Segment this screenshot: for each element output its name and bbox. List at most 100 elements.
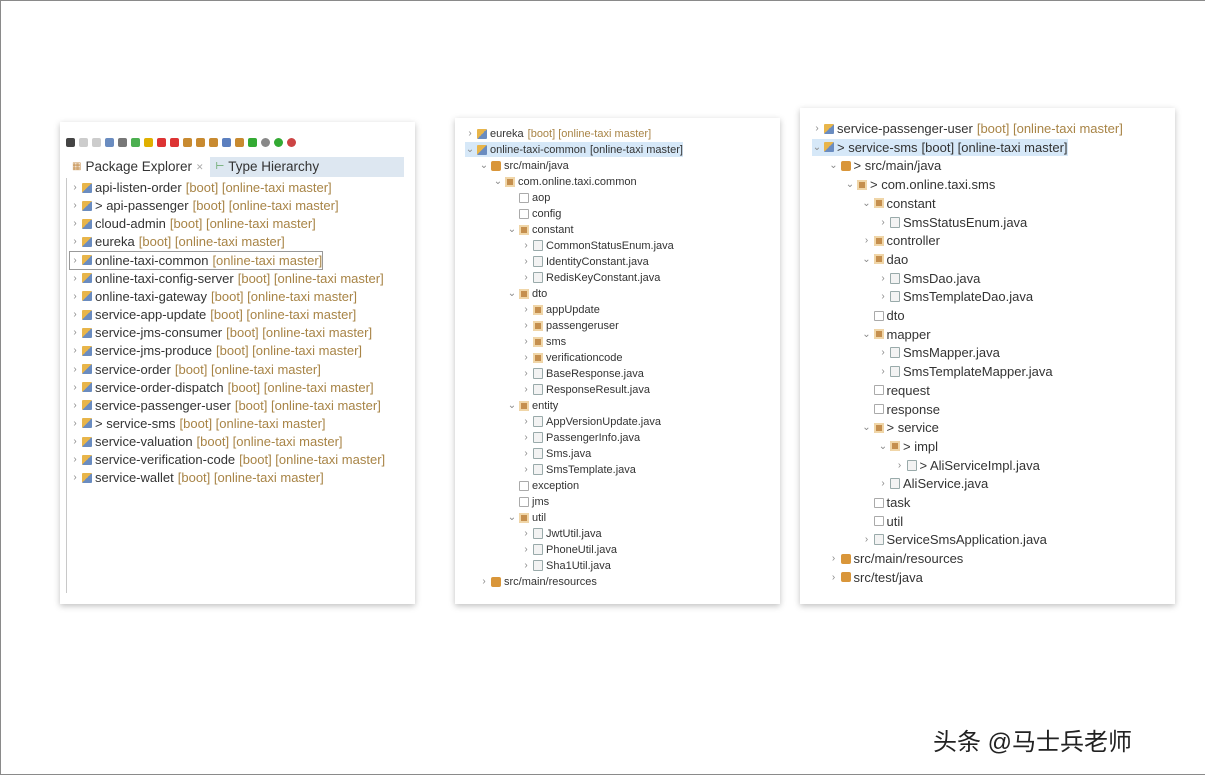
chevron-down-icon[interactable]: ⌄	[479, 160, 489, 171]
chevron-right-icon[interactable]: ›	[878, 366, 888, 377]
chevron-right-icon[interactable]: ›	[70, 400, 80, 411]
chevron-right-icon[interactable]: ›	[521, 368, 531, 379]
tree-item[interactable]: › > api-passenger [boot] [online-taxi mast…	[70, 197, 338, 214]
chevron-right-icon[interactable]: ›	[521, 544, 531, 555]
tree-item[interactable]: › SmsStatusEnum.java	[878, 214, 1027, 231]
chevron-right-icon[interactable]: ›	[862, 235, 872, 246]
chevron-down-icon[interactable]: ⌄	[507, 512, 517, 523]
run-icon[interactable]	[131, 137, 140, 147]
chevron-right-icon[interactable]: ›	[878, 217, 888, 228]
tree-item[interactable]: ⌄ online-taxi-common [online-taxi master]	[465, 142, 683, 157]
tree-item[interactable]: ⌄ src/main/java	[479, 158, 569, 173]
chevron-down-icon[interactable]: ⌄	[507, 224, 517, 235]
tree-item[interactable]: › PhoneUtil.java	[521, 542, 617, 557]
chevron-right-icon[interactable]: ›	[521, 304, 531, 315]
tree-item[interactable]: › src/test/java	[829, 569, 923, 586]
tree-item[interactable]: › service-valuation [boot] [online-taxi ma…	[70, 433, 342, 450]
tree-item[interactable]: ⌄ > src/main/java	[829, 157, 941, 174]
tree-item[interactable]: › PassengerInfo.java	[521, 430, 640, 445]
chevron-right-icon[interactable]: ›	[895, 460, 905, 471]
tree-item[interactable]: › service-verification-code [boot] [online…	[70, 451, 385, 468]
chevron-right-icon[interactable]: ›	[465, 128, 475, 139]
chevron-right-icon[interactable]: ›	[70, 236, 80, 247]
tree-item[interactable]: › CommonStatusEnum.java	[521, 238, 673, 253]
chevron-right-icon[interactable]: ›	[70, 218, 80, 229]
step-over-icon[interactable]	[196, 137, 205, 147]
tree-item[interactable]: exception	[507, 478, 579, 493]
tree-item[interactable]: › controller	[862, 232, 940, 249]
chevron-right-icon[interactable]: ›	[521, 416, 531, 427]
chevron-right-icon[interactable]: ›	[521, 528, 531, 539]
chevron-down-icon[interactable]: ⌄	[493, 176, 503, 187]
chevron-right-icon[interactable]: ›	[521, 432, 531, 443]
chevron-right-icon[interactable]: ›	[521, 352, 531, 363]
tree-item[interactable]: ⌄ > com.online.taxi.sms	[845, 176, 996, 193]
chevron-right-icon[interactable]: ›	[878, 273, 888, 284]
tree-item[interactable]: › SmsTemplate.java	[521, 462, 636, 477]
tree-item[interactable]: › service-jms-consumer [boot] [online-taxi…	[70, 324, 372, 341]
tree-item[interactable]: › service-wallet [boot] [online-taxi maste…	[70, 469, 323, 486]
tree-item[interactable]: jms	[507, 494, 549, 509]
tree-item[interactable]: › online-taxi-config-server [boot] [online…	[70, 270, 383, 287]
tree-item[interactable]: ⌄ > service	[862, 419, 939, 436]
chevron-right-icon[interactable]: ›	[70, 472, 80, 483]
tree-item[interactable]: › > AliServiceImpl.java	[895, 457, 1040, 474]
tree-item[interactable]: ⌄ mapper	[862, 326, 930, 343]
tree-item[interactable]: › service-jms-produce [boot] [online-taxi …	[70, 342, 362, 359]
save-all-icon[interactable]	[92, 137, 101, 147]
chevron-right-icon[interactable]: ›	[70, 309, 80, 320]
chevron-right-icon[interactable]: ›	[70, 291, 80, 302]
chevron-down-icon[interactable]: ⌄	[829, 160, 839, 171]
tree-item[interactable]: task	[862, 494, 910, 511]
build-icon[interactable]	[235, 137, 244, 147]
tree-item[interactable]: › BaseResponse.java	[521, 366, 644, 381]
tree-item[interactable]: › > service-sms [boot] [online-taxi master…	[70, 415, 325, 432]
tree-item[interactable]: › service-order [boot] [online-taxi master…	[70, 361, 321, 378]
chevron-right-icon[interactable]: ›	[70, 327, 80, 338]
chevron-right-icon[interactable]: ›	[521, 464, 531, 475]
chevron-right-icon[interactable]: ›	[829, 572, 839, 583]
chevron-right-icon[interactable]: ›	[521, 336, 531, 347]
chevron-right-icon[interactable]: ›	[829, 553, 839, 564]
pen-icon[interactable]	[118, 137, 127, 147]
chevron-right-icon[interactable]: ›	[70, 273, 80, 284]
tree-item[interactable]: › JwtUtil.java	[521, 526, 601, 541]
tree-item[interactable]: › src/main/resources	[829, 550, 963, 567]
tree-item[interactable]: › sms	[521, 334, 566, 349]
tree-item[interactable]: › Sms.java	[521, 446, 591, 461]
tree-item[interactable]: ⌄ entity	[507, 398, 559, 413]
tree-item[interactable]: config	[507, 206, 561, 221]
tree-item[interactable]: › appUpdate	[521, 302, 600, 317]
tree-item[interactable]: ⌄ util	[507, 510, 546, 525]
tree-item[interactable]: › SmsDao.java	[878, 270, 980, 287]
tree-item[interactable]: › SmsTemplateMapper.java	[878, 363, 1052, 380]
chevron-down-icon[interactable]: ⌄	[507, 400, 517, 411]
tree-item[interactable]: › service-order-dispatch [boot] [online-ta…	[70, 379, 373, 396]
tree-item[interactable]: › cloud-admin [boot] [online-taxi master]	[70, 215, 315, 232]
gear-icon[interactable]	[261, 137, 270, 147]
step-return-icon[interactable]	[209, 137, 218, 147]
chevron-down-icon[interactable]: ⌄	[507, 288, 517, 299]
tree-item[interactable]: ⌄ constant	[862, 195, 935, 212]
tree-item[interactable]: ⌄ com.online.taxi.common	[493, 174, 637, 189]
chevron-down-icon[interactable]: ⌄	[862, 254, 872, 265]
chevron-right-icon[interactable]: ›	[70, 454, 80, 465]
chevron-right-icon[interactable]: ›	[70, 182, 80, 193]
tree-item[interactable]: dto	[862, 307, 905, 324]
chevron-right-icon[interactable]: ›	[521, 384, 531, 395]
tree-item[interactable]: › IdentityConstant.java	[521, 254, 648, 269]
chevron-right-icon[interactable]: ›	[878, 478, 888, 489]
tree-item[interactable]: › SmsTemplateDao.java	[878, 288, 1033, 305]
tab-package-explorer[interactable]: ▦ Package Explorer ✕	[66, 157, 210, 177]
step-into-icon[interactable]	[183, 137, 192, 147]
chevron-right-icon[interactable]: ›	[862, 534, 872, 545]
chevron-down-icon[interactable]: ⌄	[862, 422, 872, 433]
tree-item[interactable]: › service-passenger-user [boot] [online-ta…	[812, 120, 1122, 137]
tree-item[interactable]: › passengeruser	[521, 318, 618, 333]
chevron-right-icon[interactable]: ›	[70, 364, 80, 375]
tree-item[interactable]: › AppVersionUpdate.java	[521, 414, 661, 429]
resume-icon[interactable]	[144, 137, 153, 147]
chevron-right-icon[interactable]: ›	[521, 272, 531, 283]
chevron-right-icon[interactable]: ›	[70, 345, 80, 356]
monitor-icon[interactable]	[105, 137, 114, 147]
